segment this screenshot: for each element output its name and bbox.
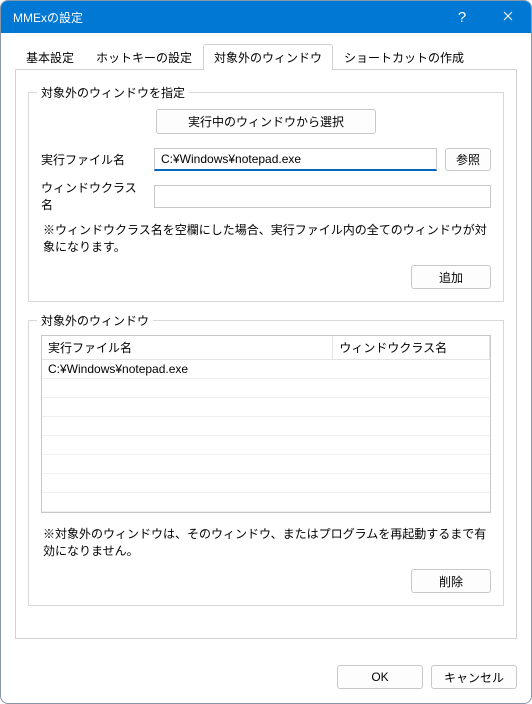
window-class-input[interactable] xyxy=(154,185,491,208)
table-row[interactable]: C:¥Windows¥notepad.exe xyxy=(42,360,490,379)
add-button[interactable]: 追加 xyxy=(411,265,491,289)
table-row[interactable] xyxy=(42,379,490,398)
select-from-running-button[interactable]: 実行中のウィンドウから選択 xyxy=(156,109,376,134)
tab-excluded-windows[interactable]: 対象外のウィンドウ xyxy=(203,44,333,70)
settings-dialog: MMExの設定 ? 基本設定 ホットキーの設定 対象外のウィンドウ ショートカッ… xyxy=(0,0,532,704)
table-row[interactable] xyxy=(42,512,490,514)
table-row[interactable] xyxy=(42,417,490,436)
tab-basic[interactable]: 基本設定 xyxy=(15,44,85,70)
tabstrip: 基本設定 ホットキーの設定 対象外のウィンドウ ショートカットの作成 xyxy=(15,45,517,69)
group-excluded-list: 対象外のウィンドウ 実行ファイル名 ウィンドウクラス名 C:¥Windows¥n… xyxy=(28,320,504,606)
group-list-title: 対象外のウィンドウ xyxy=(37,312,153,329)
row-window-class: ウィンドウクラス名 xyxy=(41,179,491,213)
restart-note: ※対象外のウィンドウは、そのウィンドウ、またはプログラムを再起動するまで有効にな… xyxy=(43,525,491,559)
row-exec-file: 実行ファイル名 参照 xyxy=(41,148,491,171)
excluded-table: 実行ファイル名 ウィンドウクラス名 C:¥Windows¥notepad.exe xyxy=(42,336,490,513)
excluded-listview[interactable]: 実行ファイル名 ウィンドウクラス名 C:¥Windows¥notepad.exe xyxy=(41,335,491,513)
dialog-footer: OK キャンセル xyxy=(1,653,531,703)
table-row[interactable] xyxy=(42,436,490,455)
close-button[interactable] xyxy=(485,1,531,33)
exec-file-label: 実行ファイル名 xyxy=(41,151,146,168)
delete-button[interactable]: 削除 xyxy=(411,569,491,593)
cell-exec: C:¥Windows¥notepad.exe xyxy=(42,360,333,379)
tab-hotkey[interactable]: ホットキーの設定 xyxy=(85,44,203,70)
cell-class xyxy=(333,360,490,379)
titlebar: MMExの設定 ? xyxy=(1,1,531,33)
close-icon xyxy=(503,10,513,24)
group-title: 対象外のウィンドウを指定 xyxy=(37,84,189,101)
cancel-button[interactable]: キャンセル xyxy=(431,665,517,689)
ok-button[interactable]: OK xyxy=(337,665,423,689)
content-area: 基本設定 ホットキーの設定 対象外のウィンドウ ショートカットの作成 対象外のウ… xyxy=(1,33,531,653)
table-row[interactable] xyxy=(42,455,490,474)
tab-shortcut[interactable]: ショートカットの作成 xyxy=(333,44,475,70)
group-specify-excluded: 対象外のウィンドウを指定 実行中のウィンドウから選択 実行ファイル名 参照 ウィ… xyxy=(28,92,504,302)
tab-panel: 対象外のウィンドウを指定 実行中のウィンドウから選択 実行ファイル名 参照 ウィ… xyxy=(15,69,517,639)
col-exec-file[interactable]: 実行ファイル名 xyxy=(42,336,333,360)
table-row[interactable] xyxy=(42,474,490,493)
delete-row: 削除 xyxy=(41,569,491,593)
help-button[interactable]: ? xyxy=(439,1,485,33)
table-row[interactable] xyxy=(42,493,490,512)
add-row: 追加 xyxy=(41,265,491,289)
browse-button[interactable]: 参照 xyxy=(445,148,491,171)
window-title: MMExの設定 xyxy=(13,9,439,26)
exec-file-input[interactable] xyxy=(154,148,437,171)
help-icon: ? xyxy=(458,9,466,26)
class-blank-note: ※ウィンドウクラス名を空欄にした場合、実行ファイル内の全てのウィンドウが対象にな… xyxy=(43,221,491,255)
col-window-class[interactable]: ウィンドウクラス名 xyxy=(333,336,490,360)
table-row[interactable] xyxy=(42,398,490,417)
window-class-label: ウィンドウクラス名 xyxy=(41,179,146,213)
